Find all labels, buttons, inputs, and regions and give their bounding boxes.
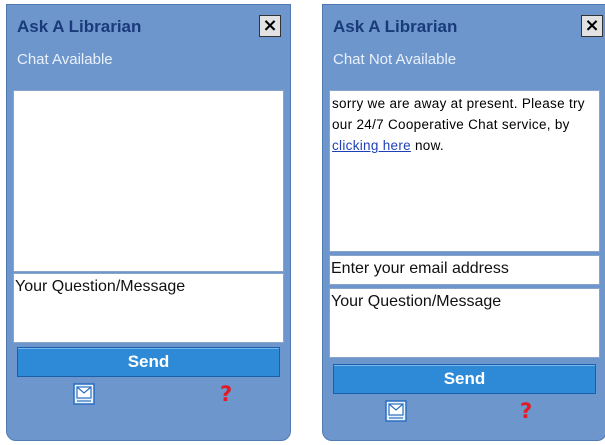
chat-log [13,90,284,272]
message-input[interactable]: Your Question/Message [329,288,600,358]
send-button[interactable]: Send [333,364,596,394]
email-icon[interactable] [385,400,407,422]
email-input[interactable]: Enter your email address [329,255,600,285]
message-placeholder: Your Question/Message [15,278,186,295]
send-button[interactable]: Send [17,347,280,377]
widget-title: Ask A Librarian [17,17,142,36]
chat-widget-unavailable: Ask A Librarian × Chat Not Available sor… [322,4,605,441]
chat-status: Chat Not Available [333,51,457,68]
help-icon[interactable]: ? [520,399,532,423]
message-input[interactable]: Your Question/Message [13,273,284,343]
chat-status: Chat Available [17,51,113,68]
away-text-before: sorry we are away at present. Please try… [332,96,585,132]
clicking-here-link[interactable]: clicking here [332,138,411,153]
close-icon[interactable]: × [581,15,603,37]
chat-widget-available: Ask A Librarian × Chat Available Your Qu… [6,4,291,441]
close-icon[interactable]: × [259,15,281,37]
widget-title: Ask A Librarian [333,17,458,36]
away-message: sorry we are away at present. Please try… [329,90,600,252]
email-icon[interactable] [73,383,95,405]
message-placeholder: Your Question/Message [331,293,502,310]
away-text-after: now. [410,138,444,153]
help-icon[interactable]: ? [220,382,232,406]
email-placeholder: Enter your email address [331,260,509,277]
